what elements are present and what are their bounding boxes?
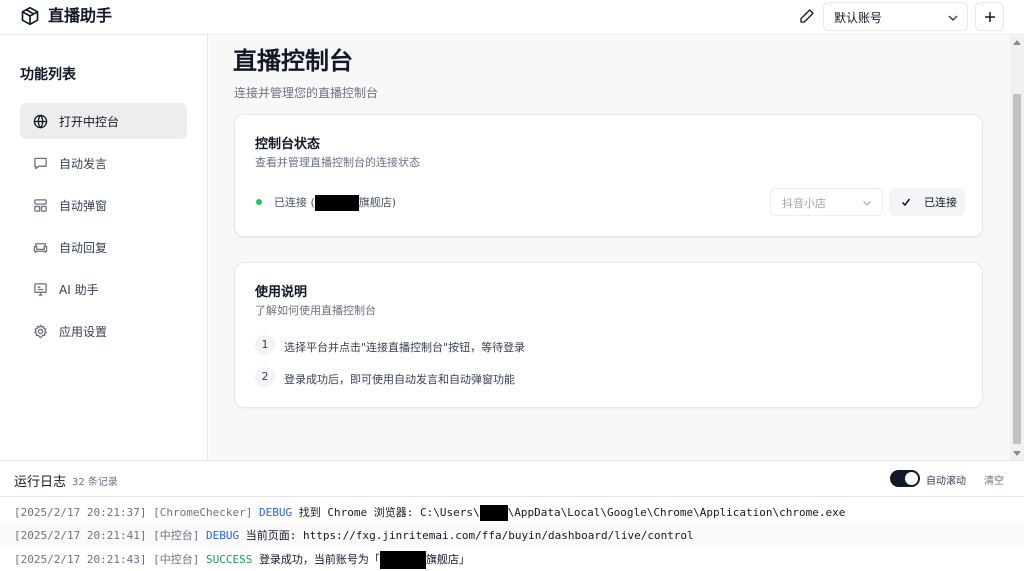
card-title: 使用说明 <box>255 285 308 300</box>
platform-select-value: 抖音小店 <box>782 197 826 210</box>
connected-button[interactable]: 已连接 <box>889 188 965 216</box>
page-title: 直播控制台 <box>233 47 353 75</box>
sofa-icon <box>33 243 48 254</box>
app-title: 直播助手 <box>48 6 113 25</box>
log-title: 运行日志 <box>14 475 67 490</box>
sidebar-item-label: 自动弹窗 <box>59 199 108 213</box>
sidebar-item-auto-reply[interactable]: 自动回复 <box>20 229 187 265</box>
sidebar-title: 功能列表 <box>20 67 76 83</box>
redacted-block <box>379 551 426 569</box>
log-line: [2025/2/17 20:21:43] [中控台] SUCCESS 登录成功，… <box>14 551 470 569</box>
step-number: 2 <box>255 367 275 387</box>
log-count: 32 条记录 <box>72 477 118 488</box>
status-dot <box>256 199 262 205</box>
pencil-icon[interactable] <box>799 8 815 24</box>
sidebar-item-label: 自动回复 <box>59 241 108 255</box>
gear-icon <box>33 324 48 339</box>
step-text: 选择平台并点击"连接直播控制台"按钮，等待登录 <box>284 341 526 354</box>
platform-select[interactable]: 抖音小店 <box>770 188 883 216</box>
card-subtitle: 查看并管理直播控制台的连接状态 <box>255 156 420 169</box>
add-account-button[interactable] <box>975 2 1004 31</box>
scroll-up-arrow[interactable] <box>1013 40 1021 45</box>
monitor-icon <box>34 283 47 296</box>
sidebar-item-label: AI 助手 <box>59 283 99 297</box>
log-line: [2025/2/17 20:21:41] [中控台] DEBUG 当前页面: h… <box>14 529 694 542</box>
usage-guide-card: 使用说明 了解如何使用直播控制台 1 选择平台并点击"连接直播控制台"按钮，等待… <box>234 262 983 408</box>
plus-icon <box>985 12 995 22</box>
step-text: 登录成功后，即可使用自动发言和自动弹窗功能 <box>284 373 515 386</box>
log-header: 运行日志 32 条记录 自动滚动 清空 <box>0 461 1024 497</box>
console-status-card: 控制台状态 查看并管理直播控制台的连接状态 已连接 (旗舰店) 抖音小店 已连接 <box>234 114 983 237</box>
clear-log-button[interactable]: 清空 <box>984 472 1004 487</box>
card-subtitle: 了解如何使用直播控制台 <box>255 304 376 317</box>
toggle-knob <box>905 472 918 485</box>
chevron-down-icon <box>863 201 871 206</box>
sidebar-item-label: 自动发言 <box>59 157 108 171</box>
log-line: [2025/2/17 20:21:37] [ChromeChecker] DEB… <box>14 505 846 521</box>
globe-icon <box>33 114 48 129</box>
step-number: 1 <box>255 335 275 355</box>
sidebar-item-open-console[interactable]: 打开中控台 <box>20 103 187 139</box>
sidebar-item-ai-assistant[interactable]: AI 助手 <box>20 271 187 307</box>
chevron-down-icon <box>948 15 958 22</box>
connection-status: 已连接 (旗舰店) <box>274 195 397 211</box>
account-select[interactable]: 默认账号 <box>823 2 968 31</box>
card-title: 控制台状态 <box>255 137 321 152</box>
auto-scroll-toggle[interactable] <box>890 470 920 487</box>
sidebar: 功能列表 打开中控台 自动发言 自动弹窗 自动回复 AI 助手 应用设置 <box>0 35 208 460</box>
main-scrollbar[interactable] <box>1010 36 1024 460</box>
page-subtitle: 连接并管理您的直播控制台 <box>234 86 379 100</box>
log-panel: 运行日志 32 条记录 自动滚动 清空 [2025/2/17 20:21:37]… <box>0 460 1024 571</box>
main-content: 直播控制台 连接并管理您的直播控制台 控制台状态 查看并管理直播控制台的连接状态… <box>209 36 1010 460</box>
sidebar-item-label: 应用设置 <box>59 325 108 339</box>
message-icon <box>34 157 47 170</box>
sidebar-item-label: 打开中控台 <box>59 115 120 129</box>
scroll-down-arrow[interactable] <box>1013 451 1021 456</box>
sidebar-item-auto-popup[interactable]: 自动弹窗 <box>20 187 187 223</box>
auto-scroll-label: 自动滚动 <box>926 476 966 487</box>
sidebar-item-settings[interactable]: 应用设置 <box>20 313 187 349</box>
sidebar-item-auto-message[interactable]: 自动发言 <box>20 145 187 181</box>
package-icon <box>21 6 39 26</box>
scroll-thumb[interactable] <box>1013 94 1021 444</box>
redacted-block <box>479 505 508 521</box>
account-select-value: 默认账号 <box>834 11 883 25</box>
top-bar: 直播助手 默认账号 <box>0 0 1024 35</box>
layout-icon <box>34 199 47 212</box>
connected-button-label: 已连接 <box>924 196 957 209</box>
check-icon <box>901 198 911 207</box>
redacted-block <box>314 195 359 211</box>
